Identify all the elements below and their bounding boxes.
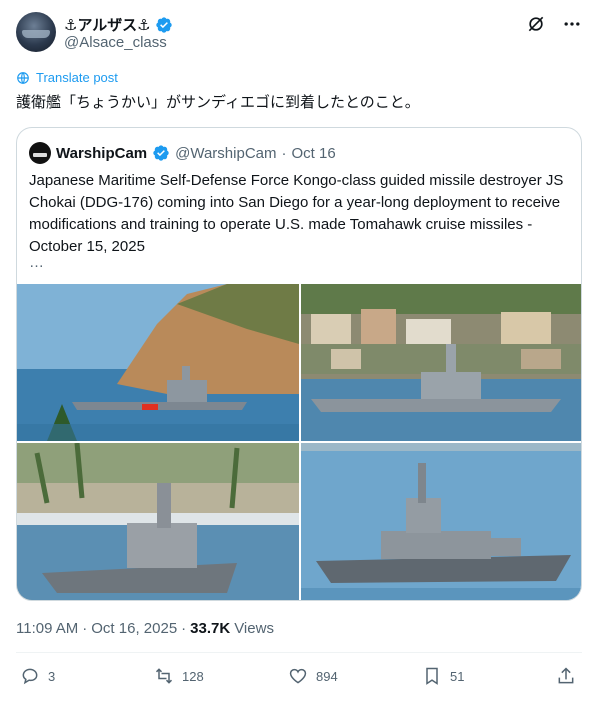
- action-bar: 3 128 894 51: [20, 666, 578, 690]
- quoted-post-text: Japanese Maritime Self-Defense Force Kon…: [29, 172, 564, 255]
- bookmark-count: 51: [450, 668, 465, 684]
- separator-dot: ·: [281, 144, 287, 162]
- post-header: ⚓アルザス⚓ @Alsace_class: [16, 12, 582, 56]
- photo-grid: [17, 284, 581, 600]
- reply-count: 3: [48, 668, 56, 684]
- repost-count: 128: [182, 668, 204, 684]
- quoted-author-avatar: [29, 142, 51, 164]
- views-label: Views: [234, 620, 274, 637]
- author-name-row: ⚓アルザス⚓: [64, 14, 173, 35]
- post-text: 護衛艦「ちょうかい」がサンディエゴに到着したとのこと。: [16, 93, 420, 111]
- reply-icon: [22, 668, 38, 685]
- photo-destroyer-by-waterfront-town[interactable]: [301, 284, 581, 441]
- quoted-post-date: Oct 16: [291, 144, 336, 162]
- verified-badge-icon: [153, 145, 169, 161]
- divider: [16, 652, 582, 653]
- post-time[interactable]: 11:09 AM: [16, 620, 78, 637]
- bookmark-button[interactable]: 51: [422, 666, 464, 686]
- author-avatar[interactable]: [16, 12, 56, 52]
- share-icon: [558, 667, 574, 684]
- views-count[interactable]: 33.7K: [190, 620, 230, 637]
- separator-dot: ·: [181, 620, 187, 637]
- separator-dot: ·: [82, 620, 88, 637]
- heart-icon: [289, 668, 307, 684]
- photo-destroyer-by-headland[interactable]: [17, 284, 299, 441]
- post-date[interactable]: Oct 16, 2025: [91, 620, 177, 637]
- grok-icon[interactable]: [526, 14, 546, 34]
- repost-button[interactable]: 128: [154, 666, 204, 686]
- quoted-post-ellipsis: …: [29, 254, 44, 271]
- post-meta: 11:09 AM · Oct 16, 2025 · 33.7K Views: [16, 620, 274, 637]
- share-button[interactable]: [556, 666, 576, 686]
- author-handle[interactable]: @Alsace_class: [64, 34, 167, 51]
- repost-icon: [155, 668, 173, 684]
- verified-badge-icon: [155, 16, 172, 33]
- like-count: 894: [316, 668, 338, 684]
- photo-destroyer-profile-open-water[interactable]: [301, 443, 581, 600]
- translate-post-link[interactable]: Translate post: [16, 70, 118, 85]
- quoted-author-handle: @WarshipCam: [175, 144, 277, 162]
- reply-button[interactable]: 3: [20, 666, 55, 686]
- quoted-post-header: WarshipCam @WarshipCam · Oct 16: [29, 142, 336, 164]
- quoted-post[interactable]: WarshipCam @WarshipCam · Oct 16 Japanese…: [16, 127, 582, 601]
- bookmark-icon: [426, 667, 438, 685]
- header-icons: [526, 14, 582, 34]
- author-display-name[interactable]: ⚓アルザス⚓: [64, 14, 151, 35]
- quoted-author-name: WarshipCam: [56, 144, 148, 162]
- translate-post-label: Translate post: [36, 70, 118, 85]
- like-button[interactable]: 894: [288, 666, 338, 686]
- translate-icon: [17, 71, 29, 84]
- more-icon[interactable]: [562, 14, 582, 34]
- photo-destroyer-bow-by-marina[interactable]: [17, 443, 299, 600]
